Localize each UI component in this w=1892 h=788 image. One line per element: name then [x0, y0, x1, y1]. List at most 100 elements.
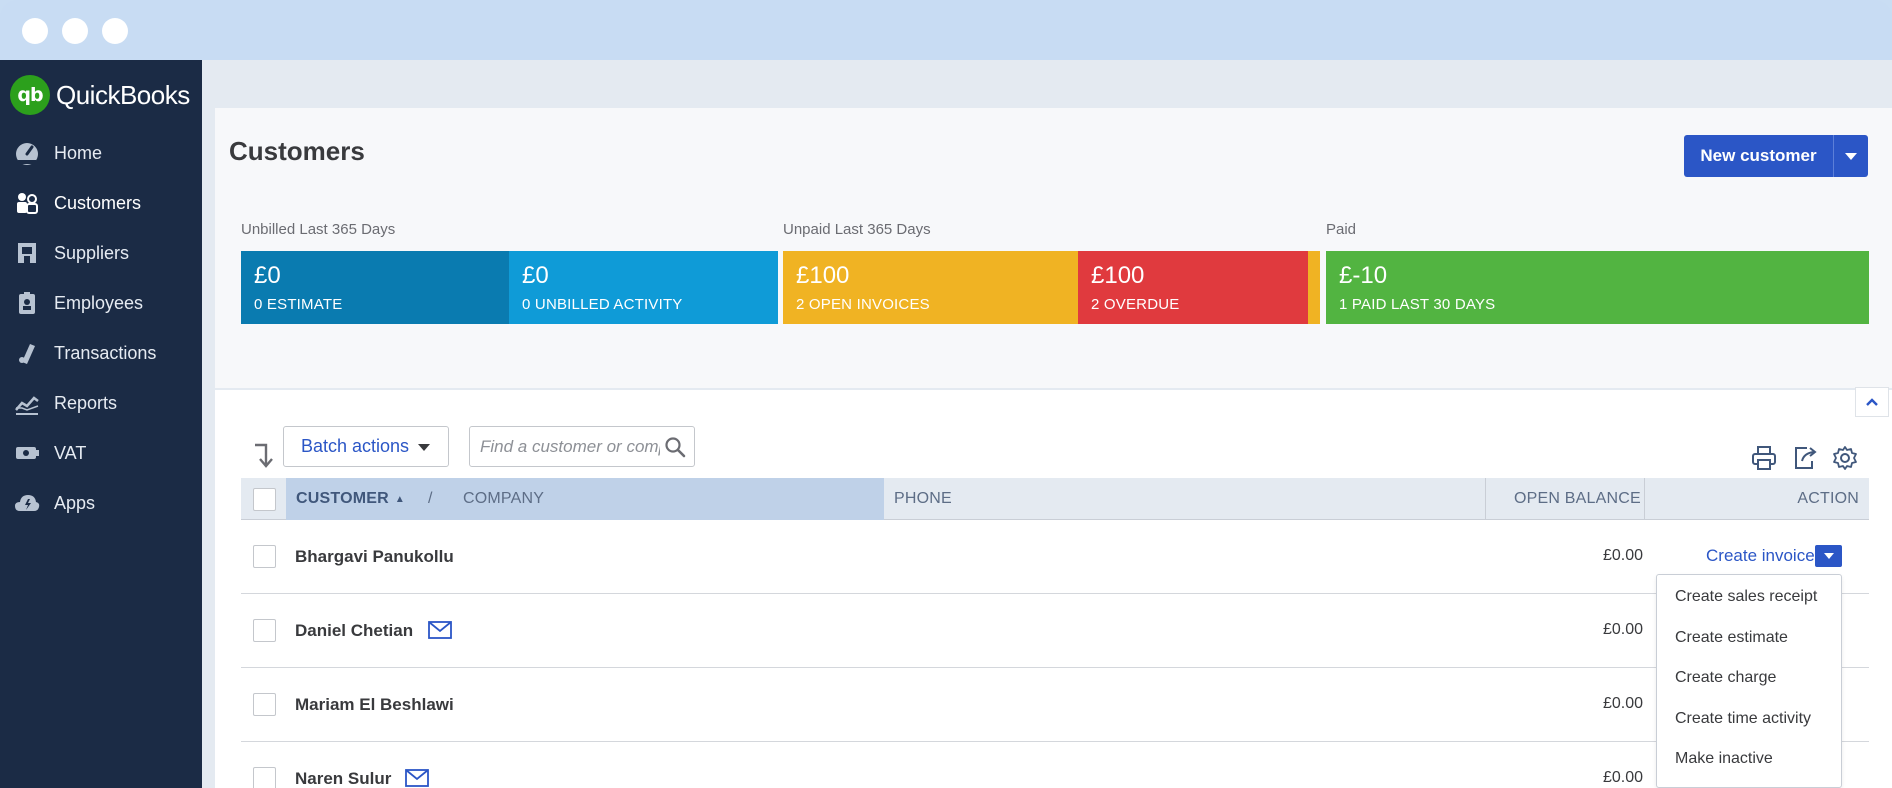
reports-icon: [12, 388, 42, 418]
paid-label: Paid: [1326, 221, 1357, 238]
column-header-open-balance[interactable]: OPEN BALANCE: [1514, 478, 1641, 520]
new-customer-label[interactable]: New customer: [1684, 135, 1834, 177]
sidebar-item-label: Reports: [54, 392, 118, 413]
customer-search-box[interactable]: [469, 426, 695, 467]
window-close-button[interactable]: [22, 18, 48, 44]
column-separator: /: [428, 490, 433, 507]
tile-caption: 0 ESTIMATE: [254, 296, 343, 313]
sidebar-item-label: Home: [54, 142, 103, 163]
row-checkbox[interactable]: [253, 545, 276, 568]
collapse-summary-button[interactable]: [1855, 387, 1889, 417]
chevron-down-icon: [418, 444, 430, 451]
column-header-customer[interactable]: CUSTOMER ▲: [296, 478, 405, 520]
column-header-company[interactable]: COMPANY: [463, 478, 544, 520]
summary-panel: [215, 108, 1892, 388]
column-header-action: ACTION: [1797, 490, 1859, 507]
suppliers-icon: [12, 238, 42, 268]
tile-amount: £100: [1091, 262, 1145, 289]
quickbooks-logo[interactable]: qb QuickBooks: [10, 74, 190, 116]
new-customer-button[interactable]: New customer: [1684, 135, 1868, 177]
menu-item-make-inactive[interactable]: Make inactive: [1675, 750, 1773, 768]
customers-icon: [12, 188, 42, 218]
apps-icon: [12, 488, 42, 518]
window-minimize-button[interactable]: [62, 18, 88, 44]
estimate-tile[interactable]: £0 0 ESTIMATE: [241, 251, 509, 324]
column-header-label: CUSTOMER: [296, 490, 389, 507]
table-header: CUSTOMER ▲ / COMPANY PHONE OPEN BALANCE …: [241, 478, 1869, 520]
vat-icon: [12, 438, 42, 468]
select-all-checkbox[interactable]: [253, 488, 276, 511]
open-invoices-tile[interactable]: £100 2 OPEN INVOICES: [783, 251, 1078, 324]
table-row[interactable]: Mariam El Beshlawi £0.00: [241, 668, 1869, 742]
open-balance: £0.00: [1602, 695, 1643, 712]
menu-item-create-estimate[interactable]: Create estimate: [1675, 629, 1788, 647]
sidebar-item-label: Apps: [54, 492, 96, 513]
menu-item-create-charge[interactable]: Create charge: [1675, 669, 1776, 687]
sidebar-item-vat[interactable]: VAT: [0, 428, 202, 478]
sidebar-item-label: Customers: [54, 192, 142, 213]
employees-icon: [12, 288, 42, 318]
tile-amount: £-10: [1339, 262, 1388, 289]
sidebar-item-reports[interactable]: Reports: [0, 378, 202, 428]
unbilled-label: Unbilled Last 365 Days: [241, 221, 396, 238]
transactions-icon: [12, 338, 42, 368]
paid-tile[interactable]: £-10 1 PAID LAST 30 DAYS: [1326, 251, 1869, 324]
unpaid-label: Unpaid Last 365 Days: [783, 221, 931, 238]
page-title: Customers: [229, 136, 365, 166]
customer-name[interactable]: Naren Sulur: [295, 769, 391, 788]
app-window: qb QuickBooks Home Customers Suppliers E…: [0, 0, 1892, 788]
settings-gear-icon[interactable]: [1831, 444, 1859, 472]
customer-name[interactable]: Daniel Chetian: [295, 621, 413, 641]
table-row[interactable]: Naren Sulur £0.00: [241, 742, 1869, 788]
window-zoom-button[interactable]: [102, 18, 128, 44]
sidebar-item-label: VAT: [54, 442, 87, 463]
menu-item-create-time-activity[interactable]: Create time activity: [1675, 710, 1811, 728]
column-divider: [1485, 478, 1486, 520]
sidebar-item-transactions[interactable]: Transactions: [0, 328, 202, 378]
chevron-down-icon: [1845, 152, 1857, 160]
chevron-up-icon: [1866, 398, 1878, 406]
sidebar-item-label: Transactions: [54, 342, 157, 363]
column-divider: [1644, 478, 1645, 520]
table-row[interactable]: Daniel Chetian £0.00: [241, 594, 1869, 668]
menu-item-create-sales-receipt[interactable]: Create sales receipt: [1675, 588, 1817, 606]
new-customer-dropdown-button[interactable]: [1834, 135, 1868, 177]
sidebar-item-employees[interactable]: Employees: [0, 278, 202, 328]
export-icon[interactable]: [1791, 444, 1819, 472]
customer-search-input[interactable]: [480, 436, 660, 458]
batch-actions-label: Batch actions: [301, 436, 410, 456]
qb-logo-icon: qb: [10, 75, 50, 115]
print-icon[interactable]: [1750, 444, 1778, 472]
tile-caption: 2 OPEN INVOICES: [796, 296, 930, 313]
sidebar-item-apps[interactable]: Apps: [0, 478, 202, 528]
search-icon[interactable]: [664, 436, 686, 458]
tile-caption: 2 OVERDUE: [1091, 296, 1180, 313]
sort-arrow-icon[interactable]: [252, 440, 278, 470]
overdue-tile[interactable]: £100 2 OVERDUE: [1078, 251, 1308, 324]
row-checkbox[interactable]: [253, 619, 276, 642]
column-header-phone[interactable]: PHONE: [894, 478, 952, 520]
sidebar-item-customers[interactable]: Customers: [0, 178, 202, 228]
sidebar-item-label: Suppliers: [54, 242, 130, 263]
sort-ascending-icon: ▲: [394, 493, 405, 505]
email-icon[interactable]: [428, 621, 452, 639]
sidebar-item-home[interactable]: Home: [0, 128, 202, 178]
open-balance: £0.00: [1602, 769, 1643, 786]
customer-name[interactable]: Bhargavi Panukollu: [295, 547, 454, 567]
email-icon[interactable]: [405, 769, 429, 787]
create-invoice-link[interactable]: Create invoice: [1706, 546, 1815, 566]
sidebar-item-suppliers[interactable]: Suppliers: [0, 228, 202, 278]
unbilled-activity-tile[interactable]: £0 0 UNBILLED ACTIVITY: [509, 251, 778, 324]
row-checkbox[interactable]: [253, 693, 276, 716]
sidebar-item-label: Employees: [54, 292, 144, 313]
row-action-dropdown-button[interactable]: [1815, 545, 1842, 567]
logo-text: QuickBooks: [56, 79, 190, 110]
open-invoices-remainder-bar: [1308, 251, 1320, 324]
tile-amount: £0: [522, 262, 549, 289]
customer-name[interactable]: Mariam El Beshlawi: [295, 695, 454, 715]
row-checkbox[interactable]: [253, 767, 276, 788]
tile-amount: £100: [796, 262, 850, 289]
table-row[interactable]: Bhargavi Panukollu £0.00: [241, 520, 1869, 594]
open-balance: £0.00: [1602, 547, 1643, 564]
batch-actions-button[interactable]: Batch actions: [283, 426, 449, 467]
